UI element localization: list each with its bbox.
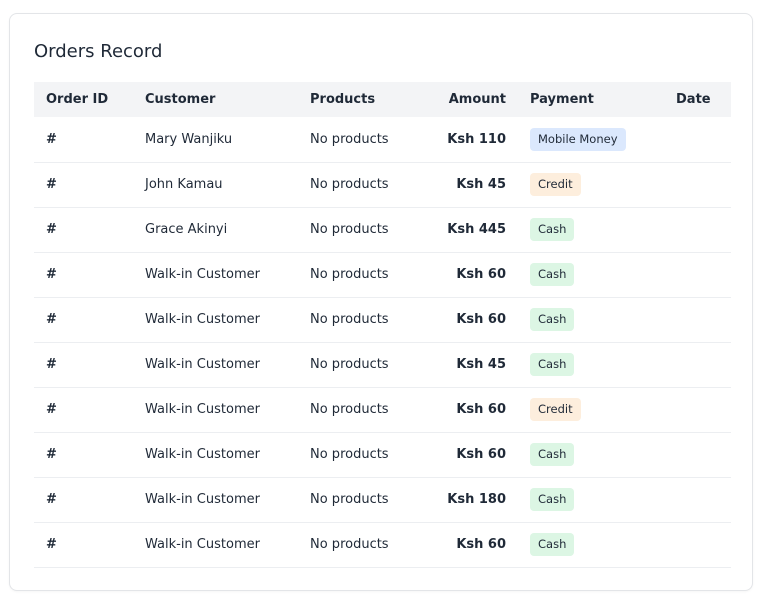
amount-cell: Ksh 180 [447, 492, 506, 507]
products-cell: No products [310, 402, 389, 417]
column-header-amount: Amount [448, 92, 506, 107]
payment-badge: Credit [530, 398, 581, 421]
table-row[interactable]: # Walk-in Customer No products Ksh 60 Cr… [34, 387, 731, 432]
products-cell: No products [310, 357, 389, 372]
customer-cell: Walk-in Customer [145, 537, 260, 552]
orders-card: Orders Record Order ID Customer Products… [9, 13, 753, 591]
payment-cell: Cash [518, 252, 664, 297]
table-row[interactable]: # Walk-in Customer No products Ksh 60 Ca… [34, 522, 731, 567]
payment-badge: Cash [530, 533, 575, 556]
products-cell: No products [310, 492, 389, 507]
amount-cell: Ksh 60 [456, 537, 506, 552]
products-cell: No products [310, 131, 389, 147]
date-cell [664, 297, 731, 342]
payment-badge: Cash [530, 353, 575, 376]
payment-cell: Credit [518, 162, 664, 207]
table-row[interactable]: # John Kamau No products Ksh 45 Credit [34, 162, 731, 207]
date-cell [664, 342, 731, 387]
customer-cell: Walk-in Customer [145, 312, 260, 327]
products-cell: No products [310, 537, 389, 552]
column-header-order-id: Order ID [46, 92, 109, 107]
date-cell [664, 117, 731, 162]
amount-cell: Ksh 60 [456, 402, 506, 417]
products-cell: No products [310, 177, 389, 192]
date-cell [664, 207, 731, 252]
payment-cell: Cash [518, 522, 664, 567]
date-cell [664, 522, 731, 567]
amount-cell: Ksh 110 [447, 131, 506, 147]
table-row[interactable]: # Walk-in Customer No products Ksh 60 Ca… [34, 432, 731, 477]
table-row[interactable]: # Walk-in Customer No products Ksh 60 Ca… [34, 252, 731, 297]
payment-cell: Cash [518, 207, 664, 252]
payment-badge: Cash [530, 218, 575, 241]
order-id-cell[interactable]: # [34, 387, 133, 432]
products-cell: No products [310, 267, 389, 282]
order-id-cell[interactable]: # [34, 342, 133, 387]
order-id-cell[interactable]: # [34, 297, 133, 342]
table-row[interactable]: # Grace Akinyi No products Ksh 445 Cash [34, 207, 731, 252]
payment-cell: Cash [518, 342, 664, 387]
order-id-cell[interactable]: # [34, 252, 133, 297]
order-id-cell[interactable]: # [34, 522, 133, 567]
date-cell [664, 162, 731, 207]
customer-cell: Walk-in Customer [145, 357, 260, 372]
table-row[interactable]: # Mary Wanjiku No products Ksh 110 Mobil… [34, 117, 731, 162]
payment-cell: Cash [518, 432, 664, 477]
date-cell [664, 477, 731, 522]
amount-cell: Ksh 60 [456, 267, 506, 282]
amount-cell: Ksh 60 [456, 312, 506, 327]
order-id-cell[interactable]: # [34, 432, 133, 477]
payment-cell: Cash [518, 297, 664, 342]
amount-cell: Ksh 60 [456, 447, 506, 462]
orders-table: Order ID Customer Products Amount Paymen… [34, 82, 731, 568]
order-id-cell[interactable]: # [34, 117, 133, 162]
payment-cell: Credit [518, 387, 664, 432]
products-cell: No products [310, 222, 389, 237]
customer-cell: John Kamau [145, 177, 223, 192]
payment-cell: Cash [518, 477, 664, 522]
date-cell [664, 252, 731, 297]
table-row[interactable]: # Walk-in Customer No products Ksh 45 Ca… [34, 342, 731, 387]
payment-badge: Cash [530, 308, 575, 331]
customer-cell: Mary Wanjiku [145, 131, 233, 147]
products-cell: No products [310, 447, 389, 462]
customer-cell: Walk-in Customer [145, 447, 260, 462]
date-cell [664, 432, 731, 477]
amount-cell: Ksh 45 [456, 357, 506, 372]
amount-cell: Ksh 45 [456, 177, 506, 192]
column-header-date: Date [676, 92, 711, 107]
table-header-row: Order ID Customer Products Amount Paymen… [34, 82, 731, 117]
order-id-cell[interactable]: # [34, 207, 133, 252]
payment-badge: Credit [530, 173, 581, 196]
customer-cell: Walk-in Customer [145, 492, 260, 507]
column-header-products: Products [310, 92, 376, 107]
column-header-payment: Payment [530, 92, 594, 107]
date-cell [664, 387, 731, 432]
column-header-customer: Customer [145, 92, 216, 107]
table-row[interactable]: # Walk-in Customer No products Ksh 60 Ca… [34, 297, 731, 342]
customer-cell: Walk-in Customer [145, 402, 260, 417]
customer-cell: Grace Akinyi [145, 222, 228, 237]
order-id-cell[interactable]: # [34, 162, 133, 207]
payment-cell: Mobile Money [518, 117, 664, 162]
payment-badge: Cash [530, 443, 575, 466]
page-title: Orders Record [34, 41, 163, 62]
table-header: Order ID Customer Products Amount Paymen… [34, 82, 731, 117]
payment-badge: Cash [530, 263, 575, 286]
payment-badge: Mobile Money [530, 127, 626, 151]
amount-cell: Ksh 445 [447, 222, 506, 237]
customer-cell: Walk-in Customer [145, 267, 260, 282]
table-body: # Mary Wanjiku No products Ksh 110 Mobil… [34, 117, 731, 567]
table-row[interactable]: # Walk-in Customer No products Ksh 180 C… [34, 477, 731, 522]
order-id-cell[interactable]: # [34, 477, 133, 522]
payment-badge: Cash [530, 488, 575, 511]
products-cell: No products [310, 312, 389, 327]
